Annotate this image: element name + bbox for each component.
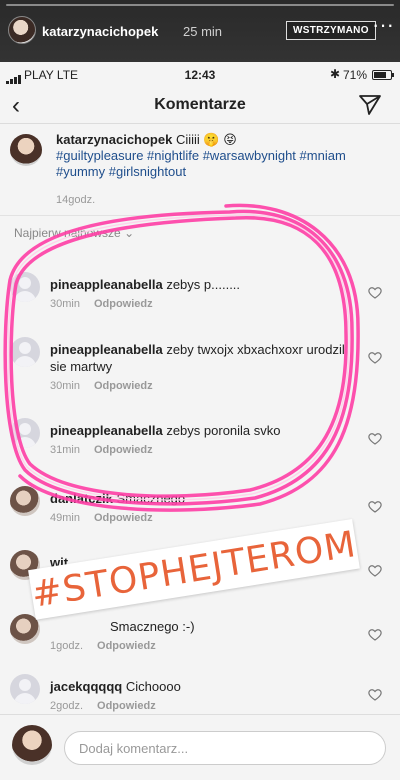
comment-time: 49min	[50, 512, 80, 524]
comment-time: 31min	[50, 444, 80, 456]
chevron-down-icon: ⌄	[124, 226, 135, 240]
avatar[interactable]	[10, 134, 42, 166]
caption-hashtags[interactable]: #guiltypleasure #nightlife #warsawbynigh…	[56, 148, 346, 179]
comment-composer	[0, 714, 400, 780]
status-bar: PLAY LTE 12:43 ✱ 71%	[0, 62, 400, 88]
comment-username[interactable]: jacekqqqqq	[50, 679, 122, 694]
comment-meta: 31min Odpowiedz	[50, 444, 153, 456]
comment-input[interactable]	[64, 731, 386, 765]
story-progress-bar	[6, 4, 394, 6]
comment-time: 30min	[50, 298, 80, 310]
comment-text: pineappleanabella zebys poronila svko	[50, 422, 350, 439]
story-header: katarzynacichopek 25 min WSTRZYMANO ···	[0, 0, 400, 62]
comment-body: Smacznego	[116, 491, 186, 506]
comment-time: 1godz.	[50, 640, 84, 652]
comment-meta: 1godz. Odpowiedz	[50, 640, 156, 652]
paused-badge: WSTRZYMANO	[286, 21, 376, 40]
comment-text: danlatczik Smacznego	[50, 490, 350, 507]
story-username[interactable]: katarzynacichopek	[42, 24, 158, 39]
bluetooth-icon: ✱	[330, 67, 341, 81]
comment-meta: 2godz. Odpowiedz	[50, 700, 156, 712]
comment-time: 30min	[50, 380, 80, 392]
comment-meta: 30min Odpowiedz	[50, 380, 153, 392]
heart-icon[interactable]	[368, 432, 382, 445]
page-title: Komentarze	[154, 96, 246, 113]
comments-screenshot: PLAY LTE 12:43 ✱ 71% ‹ Komentarze katarz…	[0, 62, 400, 780]
reply-button[interactable]: Odpowiedz	[94, 444, 153, 456]
avatar[interactable]	[10, 337, 40, 367]
heart-icon[interactable]	[368, 286, 382, 299]
reply-button[interactable]: Odpowiedz	[97, 640, 156, 652]
reply-button[interactable]: Odpowiedz	[94, 298, 153, 310]
caption-body: Ciiiii 🤫 😝	[172, 132, 237, 147]
caption-username[interactable]: katarzynacichopek	[56, 132, 172, 147]
avatar[interactable]	[10, 418, 40, 448]
caption-text: katarzynacichopek Ciiiii 🤫 😝 #guiltyplea…	[56, 132, 376, 180]
sort-label: Najpierw najnowsze	[14, 226, 121, 240]
comment-username[interactable]: pineappleanabella	[50, 423, 163, 438]
nav-bar: ‹ Komentarze	[0, 88, 400, 124]
avatar[interactable]	[10, 272, 40, 302]
sort-toggle[interactable]: Najpierw najnowsze ⌄	[0, 216, 400, 242]
comment-body: Smacznego :-)	[110, 619, 195, 634]
comment-username[interactable]: danlatczik	[50, 491, 113, 506]
send-icon[interactable]	[358, 94, 382, 116]
comment-meta: 30min Odpowiedz	[50, 298, 153, 310]
reply-button[interactable]: Odpowiedz	[94, 512, 153, 524]
comment-body: zebys p........	[166, 277, 241, 292]
post-caption: katarzynacichopek Ciiiii 🤫 😝 #guiltyplea…	[0, 124, 400, 216]
story-time: 25 min	[183, 24, 223, 39]
comment-text: jacekqqqqq Cichoooo	[50, 678, 350, 695]
avatar[interactable]	[10, 486, 40, 516]
avatar	[12, 725, 52, 765]
comment-text: pineappleanabella zebys p........	[50, 276, 350, 293]
comment-body: Cichoooo	[125, 679, 181, 694]
heart-icon[interactable]	[368, 500, 382, 513]
avatar[interactable]	[10, 674, 40, 704]
comment-meta: 49min Odpowiedz	[50, 512, 153, 524]
heart-icon[interactable]	[368, 688, 382, 701]
reply-button[interactable]: Odpowiedz	[94, 380, 153, 392]
comment-body: zebys poronila svko	[166, 423, 281, 438]
heart-icon[interactable]	[368, 628, 382, 641]
heart-icon[interactable]	[368, 564, 382, 577]
comment-time: 2godz.	[50, 700, 84, 712]
more-horizontal-icon[interactable]: ···	[372, 14, 394, 36]
battery-percent: 71%	[343, 68, 368, 82]
story-avatar[interactable]	[8, 16, 36, 44]
battery-icon	[372, 70, 394, 80]
comment-text: pineappleanabella zeby twxojx xbxachxoxr…	[50, 341, 350, 375]
heart-icon[interactable]	[368, 351, 382, 364]
comment-text: Smacznego :-)	[50, 618, 350, 635]
comment-username[interactable]: pineappleanabella	[50, 277, 163, 292]
comment-username[interactable]: pineappleanabella	[50, 342, 163, 357]
caption-time: 14godz.	[56, 194, 96, 206]
reply-button[interactable]: Odpowiedz	[97, 700, 156, 712]
